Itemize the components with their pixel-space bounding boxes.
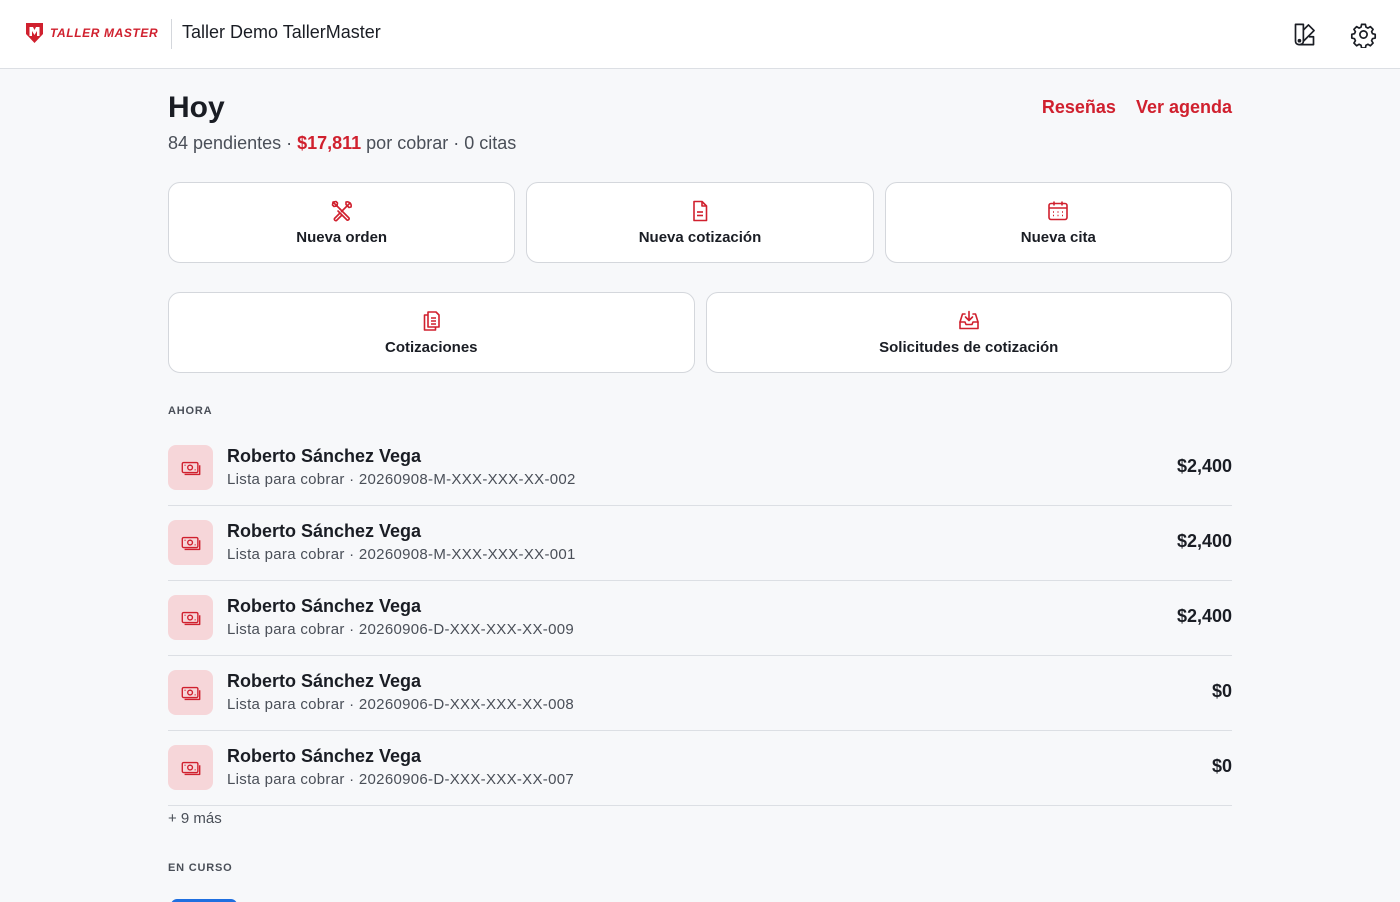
- order-status: Lista para cobrar · 20260908-M-XXX-XXX-X…: [227, 471, 576, 488]
- summary-rest: por cobrar · 0 citas: [361, 133, 517, 153]
- list-item[interactable]: Roberto Sánchez Vega Lista para cobrar ·…: [168, 656, 1232, 731]
- logo-text: TALLER MASTER: [50, 26, 159, 40]
- cash-icon-tile: [168, 745, 213, 790]
- order-status: Lista para cobrar · 20260906-D-XXX-XXX-X…: [227, 621, 575, 638]
- top-bar: TALLER MASTER Taller Demo TallerMaster: [0, 0, 1400, 69]
- documents-stack-icon: [423, 311, 441, 331]
- new-quote-label: Nueva cotización: [638, 229, 762, 246]
- order-status: Lista para cobrar · 20260906-D-XXX-XXX-X…: [227, 696, 575, 713]
- customer-name: Roberto Sánchez Vega: [227, 746, 422, 766]
- customer-name: Roberto Sánchez Vega: [227, 446, 422, 466]
- list-item[interactable]: Roberto Sánchez Vega Lista para cobrar ·…: [168, 731, 1232, 806]
- quote-requests-label: Solicitudes de cotización: [879, 339, 1059, 356]
- list-item[interactable]: Roberto Sánchez Vega Lista para cobrar ·…: [168, 431, 1232, 506]
- new-appointment-button[interactable]: Nueva cita: [884, 182, 1232, 263]
- shield-logo-icon: [26, 23, 43, 43]
- cash-icon-tile: [168, 445, 213, 490]
- new-quote-button[interactable]: Nueva cotización: [526, 182, 874, 263]
- palette-icon: [1294, 23, 1315, 45]
- show-more-link[interactable]: + 9 más: [168, 810, 222, 827]
- order-amount: $2,400: [1176, 531, 1232, 551]
- list-item[interactable]: Roberto Sánchez Vega Lista para cobrar ·…: [168, 506, 1232, 581]
- new-order-label: Nueva orden: [296, 229, 388, 246]
- now-list: Roberto Sánchez Vega Lista para cobrar ·…: [168, 431, 1232, 806]
- list-item[interactable]: Roberto Sánchez Vega Lista para cobrar ·…: [168, 581, 1232, 656]
- brand-logo[interactable]: TALLER MASTER: [25, 22, 158, 44]
- page-title: Hoy: [168, 91, 225, 124]
- customer-name: Roberto Sánchez Vega: [227, 596, 422, 616]
- document-icon: [693, 200, 708, 222]
- section-label-now: AHORA: [168, 405, 213, 417]
- quote-requests-button[interactable]: Solicitudes de cotización: [705, 292, 1232, 373]
- summary-pending: 84 pendientes ·: [168, 133, 298, 153]
- top-divider: [171, 19, 172, 49]
- calendar-icon: [1048, 201, 1069, 221]
- cash-icon: [181, 611, 200, 625]
- order-amount: $0: [1211, 756, 1232, 776]
- quotes-button[interactable]: Cotizaciones: [168, 292, 695, 373]
- quick-actions-row-2: Cotizaciones Solicitudes de cotización: [168, 292, 1232, 373]
- order-amount: $0: [1211, 681, 1232, 701]
- cash-icon-tile: [168, 670, 213, 715]
- customer-name: Roberto Sánchez Vega: [227, 671, 422, 691]
- new-order-button[interactable]: Nueva orden: [168, 182, 516, 263]
- tools-icon: [331, 200, 352, 222]
- cash-icon: [181, 536, 200, 550]
- settings-button[interactable]: [1348, 19, 1378, 49]
- new-appointment-label: Nueva cita: [1020, 229, 1096, 246]
- gear-icon: [1350, 23, 1376, 48]
- quick-actions-row-1: Nueva orden Nueva cotización Nueva cita: [168, 182, 1232, 263]
- view-agenda-link[interactable]: Ver agenda: [1136, 97, 1232, 118]
- customer-name: Roberto Sánchez Vega: [227, 521, 422, 541]
- header-links: Reseñas Ver agenda: [1042, 97, 1232, 118]
- order-amount: $2,400: [1176, 606, 1232, 626]
- cash-icon: [181, 686, 200, 700]
- reviews-link[interactable]: Reseñas: [1042, 97, 1116, 118]
- theme-palette-button[interactable]: [1289, 19, 1319, 49]
- summary-receivable: $17,811: [297, 133, 362, 153]
- order-status: Lista para cobrar · 20260906-D-XXX-XXX-X…: [227, 771, 575, 788]
- section-label-in-progress: EN CURSO: [168, 862, 233, 874]
- order-status: Lista para cobrar · 20260908-M-XXX-XXX-X…: [227, 546, 576, 563]
- quotes-label: Cotizaciones: [384, 339, 478, 356]
- cash-icon: [181, 461, 200, 475]
- cash-icon: [181, 761, 200, 775]
- summary-line: 84 pendientes · $17,811 por cobrar · 0 c…: [168, 133, 516, 154]
- cash-icon-tile: [168, 520, 213, 565]
- inbox-download-icon: [958, 310, 979, 330]
- shop-name: Taller Demo TallerMaster: [182, 22, 381, 42]
- cash-icon-tile: [168, 595, 213, 640]
- order-amount: $2,400: [1176, 456, 1232, 476]
